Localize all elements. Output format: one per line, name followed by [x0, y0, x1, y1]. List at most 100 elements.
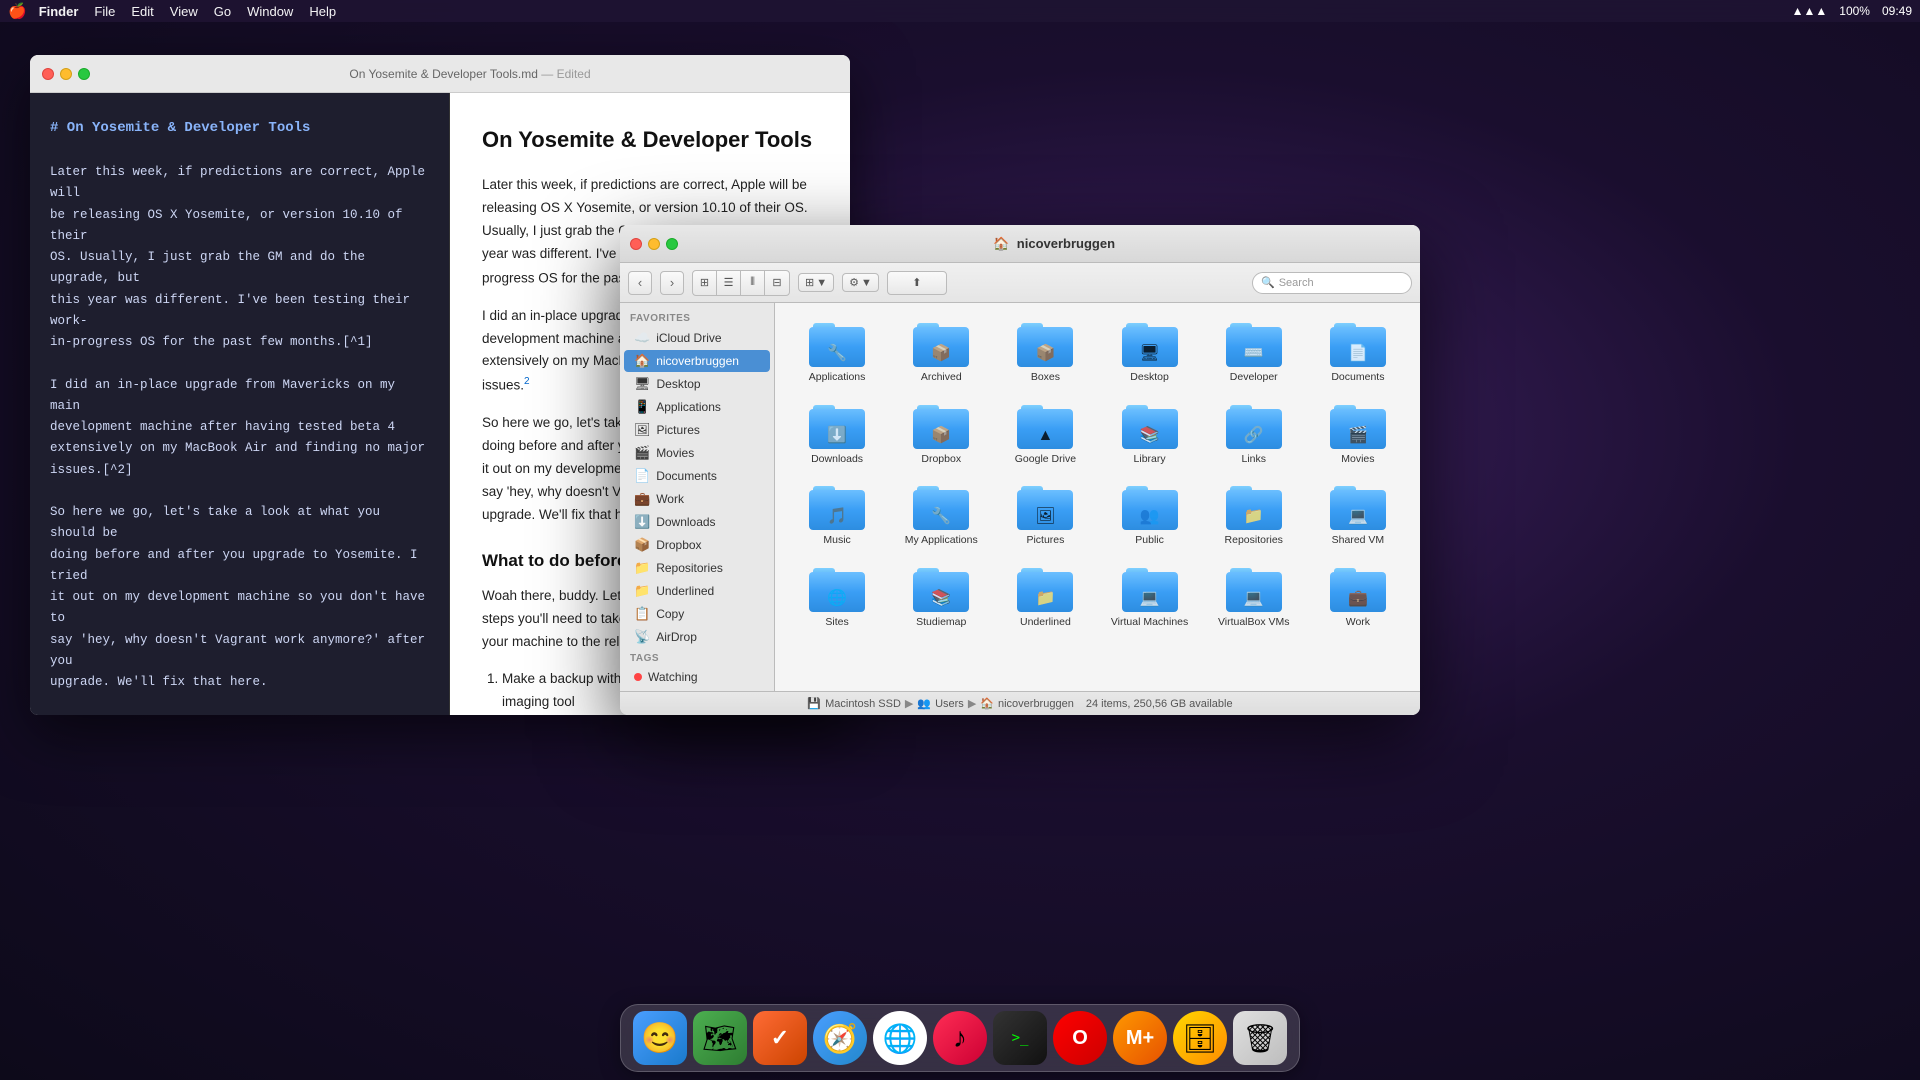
file-item-my-applications[interactable]: 🔧 My Applications [891, 478, 991, 556]
applications-icon: 📱 [634, 399, 650, 415]
arrange-button[interactable]: ⊞▼ [798, 273, 834, 292]
underlined-icon: 📁 [634, 583, 650, 599]
file-item-virtual-machines[interactable]: 💻 Virtual Machines [1099, 560, 1199, 638]
sidebar-item-airdrop[interactable]: 📡 AirDrop [624, 626, 770, 648]
file-item-links[interactable]: 🔗 Links [1204, 397, 1304, 475]
pictures-icon: 🖼 [634, 422, 651, 438]
folder-icon: 📁 [1226, 486, 1282, 530]
sidebar-item-movies[interactable]: 🎬 Movies [624, 442, 770, 464]
view-buttons: ⊞ ☰ ⫴ ⊟ [692, 270, 790, 296]
dock-finder[interactable]: 😊 [633, 1011, 687, 1065]
sidebar-item-work[interactable]: 💼 Work [624, 488, 770, 510]
sidebar-item-documents[interactable]: 📄 Documents [624, 465, 770, 487]
dock-mango[interactable]: M+ [1113, 1011, 1167, 1065]
sidebar-item-pictures[interactable]: 🖼 Pictures [624, 419, 770, 441]
dock-itunes[interactable]: ♪ [933, 1011, 987, 1065]
file-item-shared-vm[interactable]: 💻 Shared VM [1308, 478, 1408, 556]
column-view-button[interactable]: ⫴ [741, 271, 765, 295]
dock-trash[interactable]: 🗑 [1233, 1011, 1287, 1065]
file-item-music[interactable]: 🎵 Music [787, 478, 887, 556]
dock-sequel[interactable]: 🗄 [1173, 1011, 1227, 1065]
file-item-pictures[interactable]: 🖼 Pictures [995, 478, 1095, 556]
menu-view[interactable]: View [170, 4, 198, 19]
minimize-button[interactable] [60, 68, 72, 80]
path-segment: Macintosh SSD [825, 698, 901, 710]
file-item-desktop[interactable]: 🖥 Desktop [1099, 315, 1199, 393]
menu-file[interactable]: File [94, 4, 115, 19]
menu-edit[interactable]: Edit [131, 4, 153, 19]
menu-go[interactable]: Go [214, 4, 231, 19]
sidebar-item-dropbox[interactable]: 📦 Dropbox [624, 534, 770, 556]
folder-icon: ▲ [1017, 405, 1073, 449]
file-item-work[interactable]: 💼 Work [1308, 560, 1408, 638]
file-item-underlined[interactable]: 📁 Underlined [995, 560, 1095, 638]
sidebar-item-applications[interactable]: 📱 Applications [624, 396, 770, 418]
file-item-applications[interactable]: 🔧 Applications [787, 315, 887, 393]
file-item-movies[interactable]: 🎬 Movies [1308, 397, 1408, 475]
sidebar-item-repositories[interactable]: 📁 Repositories [624, 557, 770, 579]
menu-help[interactable]: Help [309, 4, 336, 19]
file-item-library[interactable]: 📚 Library [1099, 397, 1199, 475]
folder-label: Google Drive [1015, 453, 1076, 467]
sidebar-item-downloads[interactable]: ⬇️ Downloads [624, 511, 770, 533]
folder-icon: 🔧 [913, 486, 969, 530]
action-button[interactable]: ⚙▼ [842, 273, 879, 292]
file-item-archived[interactable]: 📦 Archived [891, 315, 991, 393]
sidebar-item-copy[interactable]: 📋 Copy [624, 603, 770, 625]
back-button[interactable]: ‹ [628, 271, 652, 295]
sidebar-item-home[interactable]: 🏠 nicoverbruggen [624, 350, 770, 372]
wifi-icon[interactable]: ▲▲▲ [1792, 4, 1828, 18]
folder-overlay-icon: 💼 [1348, 588, 1368, 608]
fullscreen-button[interactable] [78, 68, 90, 80]
file-item-dropbox[interactable]: 📦 Dropbox [891, 397, 991, 475]
folder-label: Underlined [1020, 616, 1071, 630]
folder-label: Downloads [811, 453, 863, 467]
finder-minimize-button[interactable] [648, 238, 660, 250]
menu-window[interactable]: Window [247, 4, 293, 19]
file-item-studiemap[interactable]: 📚 Studiemap [891, 560, 991, 638]
folder-overlay-icon: 👥 [1140, 506, 1160, 526]
sidebar-item-underlined[interactable]: 📁 Underlined [624, 580, 770, 602]
dock-iterm[interactable]: >_ [993, 1011, 1047, 1065]
finder-close-button[interactable] [630, 238, 642, 250]
sidebar-item-icloud[interactable]: ☁️ iCloud Drive [624, 327, 770, 349]
dock-chrome[interactable]: 🌐 [873, 1011, 927, 1065]
file-item-public[interactable]: 👥 Public [1099, 478, 1199, 556]
file-item-virtualbox-vms[interactable]: 💻 VirtualBox VMs [1204, 560, 1304, 638]
folder-overlay-icon: ⬇️ [827, 425, 847, 445]
folder-icon: 🎬 [1330, 405, 1386, 449]
folder-label: Work [1346, 616, 1370, 630]
share-button[interactable]: ⬆ [887, 271, 947, 295]
folder-overlay-icon: 📦 [931, 425, 951, 445]
icon-view-button[interactable]: ⊞ [693, 271, 717, 295]
list-view-button[interactable]: ☰ [717, 271, 741, 295]
apple-menu[interactable]: 🍎 [8, 2, 27, 20]
file-item-boxes[interactable]: 📦 Boxes [995, 315, 1095, 393]
sidebar-item-desktop[interactable]: 🖥 Desktop [624, 373, 770, 395]
folder-label: Movies [1341, 453, 1374, 467]
folder-overlay-icon: ⌨️ [1244, 343, 1264, 363]
forward-button[interactable]: › [660, 271, 684, 295]
file-item-google-drive[interactable]: ▲ Google Drive [995, 397, 1095, 475]
coverflow-view-button[interactable]: ⊟ [765, 271, 789, 295]
work-icon: 💼 [634, 491, 650, 507]
finder-toolbar: ‹ › ⊞ ☰ ⫴ ⊟ ⊞▼ ⚙▼ ⬆ 🔍 Search [620, 263, 1420, 303]
menu-finder[interactable]: Finder [39, 4, 79, 19]
dock-opera[interactable]: O [1053, 1011, 1107, 1065]
file-item-documents[interactable]: 📄 Documents [1308, 315, 1408, 393]
file-item-downloads[interactable]: ⬇️ Downloads [787, 397, 887, 475]
folder-icon: 👥 [1122, 486, 1178, 530]
file-item-developer[interactable]: ⌨️ Developer [1204, 315, 1304, 393]
raw-p3: So here we go, let's take a look at what… [50, 502, 429, 693]
dock-maps[interactable]: 🗺 [693, 1011, 747, 1065]
close-button[interactable] [42, 68, 54, 80]
finder-fullscreen-button[interactable] [666, 238, 678, 250]
search-icon: 🔍 [1261, 276, 1275, 289]
dock-safari[interactable]: 🧭 [813, 1011, 867, 1065]
sidebar-tag-watching[interactable]: Watching [624, 667, 770, 687]
file-item-repositories[interactable]: 📁 Repositories [1204, 478, 1304, 556]
search-box[interactable]: 🔍 Search [1252, 272, 1412, 294]
dock-omnifocus[interactable]: ✓ [753, 1011, 807, 1065]
editor-raw-pane[interactable]: # On Yosemite & Developer Tools Later th… [30, 93, 450, 715]
file-item-sites[interactable]: 🌐 Sites [787, 560, 887, 638]
